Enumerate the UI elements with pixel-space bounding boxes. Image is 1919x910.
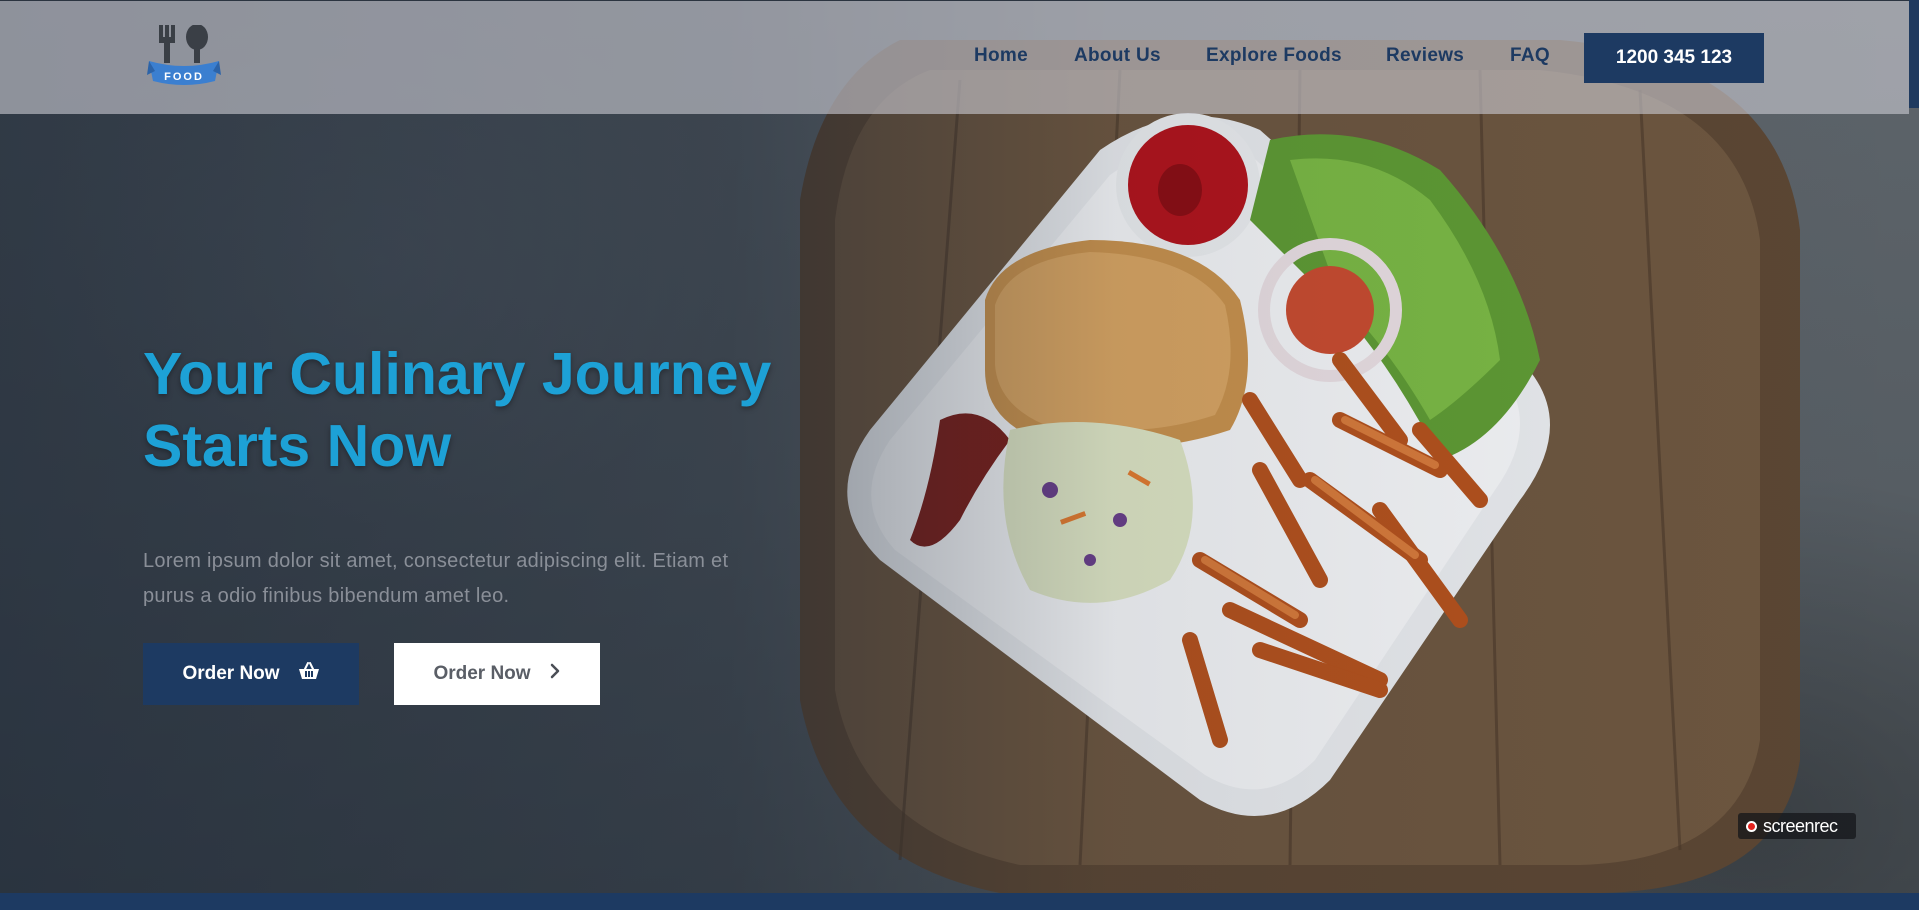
nav-faq[interactable]: FAQ [1510, 45, 1550, 67]
logo-text: FOOD [164, 71, 204, 83]
order-now-button-label: Order Now [182, 663, 280, 684]
fork-spoon-icon [159, 25, 208, 63]
site-header: FOOD Home About Us Explore Foods Reviews… [0, 0, 1909, 114]
next-section-strip [0, 893, 1919, 910]
nav-reviews[interactable]: Reviews [1386, 45, 1464, 67]
hero-title-line-2: Starts Now [143, 413, 452, 479]
phone-button[interactable]: 1200 345 123 [1584, 33, 1764, 83]
order-now-secondary-button[interactable]: Order Now [394, 643, 600, 705]
hero-description-line-2: purus a odio finibus bibendum amet leo. [143, 585, 510, 607]
chevron-right-icon [549, 663, 561, 685]
order-now-button[interactable]: Order Now [143, 643, 359, 705]
order-now-secondary-button-label: Order Now [433, 663, 531, 684]
basket-icon [298, 662, 320, 686]
screenrec-label: screenrec [1763, 815, 1838, 836]
nav-about-us[interactable]: About Us [1074, 45, 1161, 67]
logo[interactable]: FOOD [147, 25, 221, 91]
hero-description-line-1: Lorem ipsum dolor sit amet, consectetur … [143, 550, 729, 572]
hero-title: Your Culinary Journey Starts Now [143, 338, 843, 482]
screenrec-badge: screenrec [1738, 813, 1856, 839]
nav-home[interactable]: Home [974, 45, 1028, 67]
hero-description: Lorem ipsum dolor sit amet, consectetur … [143, 544, 803, 614]
hero-title-line-1: Your Culinary Journey [143, 341, 772, 407]
nav-explore-foods[interactable]: Explore Foods [1206, 45, 1342, 67]
page-scroll-indicator[interactable] [1909, 0, 1919, 108]
phone-button-label: 1200 345 123 [1615, 47, 1733, 68]
record-dot-icon [1746, 820, 1757, 832]
